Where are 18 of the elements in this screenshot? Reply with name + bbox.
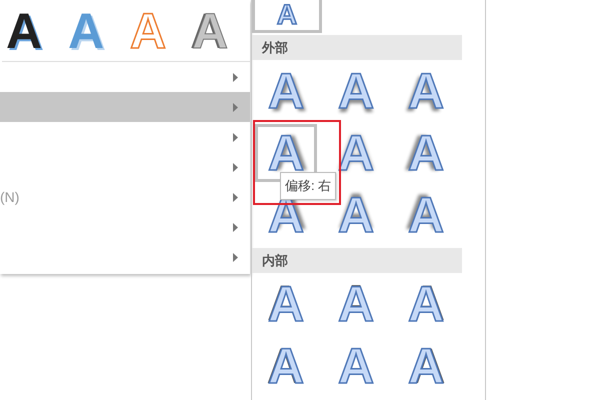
effect-preview: A	[338, 128, 374, 178]
section-header: 内部	[252, 248, 462, 273]
effect-preview: A	[408, 128, 444, 178]
tooltip: 偏移: 右	[280, 172, 336, 200]
effect-preview: A	[276, 1, 298, 29]
menu-item-label: (N)	[0, 189, 20, 205]
effect-preview: A	[408, 66, 444, 116]
effect-preview: A	[408, 279, 444, 329]
effect-preview: A	[338, 341, 374, 391]
effect-preview: A	[338, 279, 374, 329]
effect-preview: A	[268, 279, 304, 329]
effect-preview: A	[408, 190, 444, 240]
section-header: 外部	[252, 35, 462, 60]
effect-preview: A	[338, 190, 374, 240]
effect-preview: A	[268, 341, 304, 391]
effect-preview: A	[268, 66, 304, 116]
effect-preview: A	[338, 66, 374, 116]
effect-preview: A	[408, 341, 444, 391]
